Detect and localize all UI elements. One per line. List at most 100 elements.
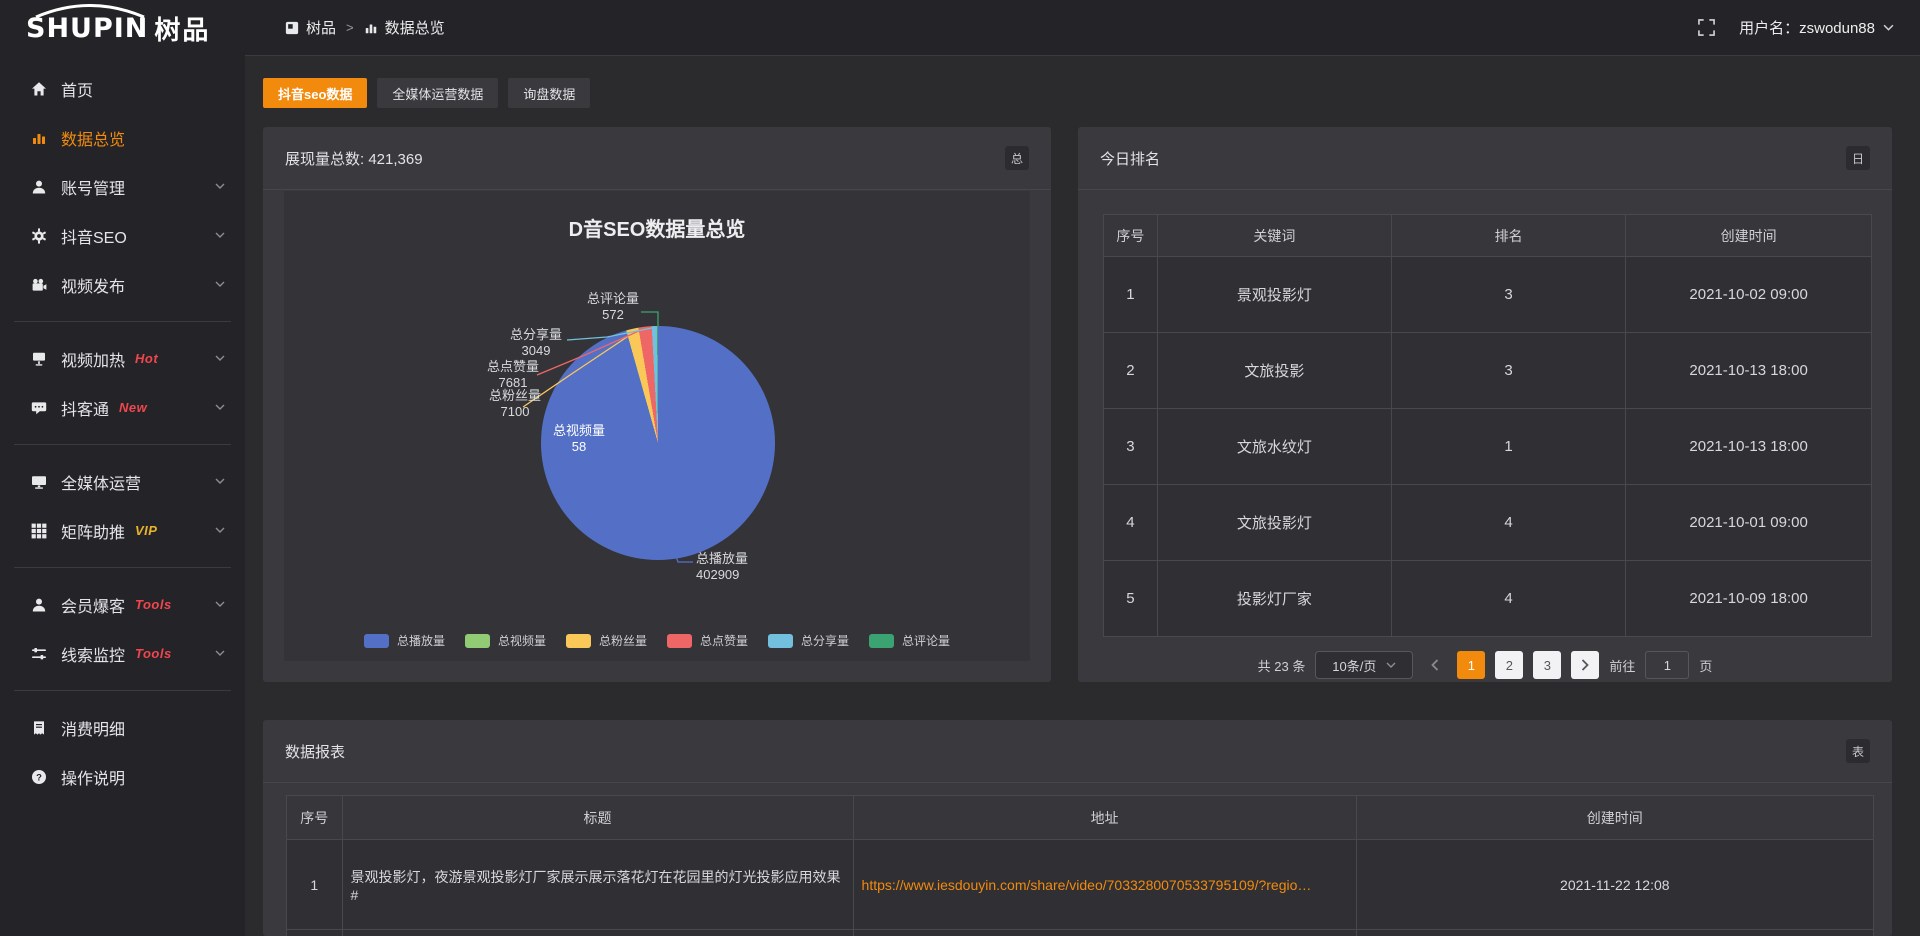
- logo-text-cn: 树品: [154, 10, 210, 47]
- topbar: 树品 > 数据总览 用户名：zswodun88: [245, 0, 1920, 56]
- chevron-down-icon: [1386, 662, 1396, 669]
- pie-label-videos: 总视频量 58: [546, 423, 612, 455]
- goto-label: 前往: [1609, 656, 1635, 675]
- next-page-icon[interactable]: [1571, 651, 1599, 679]
- total-view-button[interactable]: 总: [1005, 146, 1029, 170]
- fullscreen-icon[interactable]: [1698, 19, 1715, 36]
- sidebar-item-matrix-boost[interactable]: 矩阵助推 VIP: [0, 506, 245, 555]
- legend-item-comments[interactable]: 总评论量: [869, 632, 950, 649]
- chevron-down-icon: [215, 601, 225, 608]
- home-icon: [30, 80, 48, 98]
- panel-header: 数据报表 表: [263, 720, 1892, 783]
- chevron-down-icon: [215, 404, 225, 411]
- sidebar-item-douyin-seo[interactable]: 抖音SEO: [0, 211, 245, 260]
- prev-page-icon[interactable]: [1423, 651, 1447, 679]
- table-row: 4 文旅投影灯 4 2021-10-01 09:00: [1104, 485, 1872, 561]
- legend-item-videos[interactable]: 总视频量: [465, 632, 546, 649]
- page-button-2[interactable]: 2: [1495, 651, 1523, 679]
- legend-swatch: [869, 634, 894, 648]
- sidebar-item-home[interactable]: 首页: [0, 64, 245, 113]
- topbar-right: 用户名：zswodun88: [1698, 17, 1894, 38]
- legend-item-likes[interactable]: 总点赞量: [667, 632, 748, 649]
- sidebar-item-member-burst[interactable]: 会员爆客 Tools: [0, 580, 245, 629]
- tab-inquiry-data[interactable]: 询盘数据: [508, 78, 590, 108]
- new-badge: New: [119, 400, 147, 415]
- tools-badge: Tools: [135, 646, 172, 661]
- legend-item-shares[interactable]: 总分享量: [768, 632, 849, 649]
- user-menu[interactable]: 用户名：zswodun88: [1739, 17, 1894, 38]
- screen-icon: [30, 350, 48, 368]
- chevron-down-icon: [215, 281, 225, 288]
- sidebar-item-help[interactable]: ? 操作说明: [0, 752, 245, 801]
- page-button-1[interactable]: 1: [1457, 651, 1485, 679]
- table-row: 1 景观投影灯，夜游景观投影灯厂家展示展示落花灯在花园里的灯光投影应用效果 # …: [287, 840, 1874, 930]
- chevron-down-icon: [215, 650, 225, 657]
- chevron-down-icon: [215, 355, 225, 362]
- expense-icon: [30, 719, 48, 737]
- ranking-table: 序号 关键词 排名 创建时间 1 景观投影灯 3 2021-10-02 09:0…: [1103, 214, 1872, 637]
- table-row: 5 投影灯厂家 4 2021-10-09 18:00: [1104, 561, 1872, 637]
- sliders-icon: [30, 645, 48, 663]
- report-table: 序号 标题 地址 创建时间 1 景观投影灯，夜游景观投影灯厂家展示展示落花灯在花…: [286, 795, 1874, 936]
- sidebar-menu: 首页 数据总览 账号管理 抖音SEO 视频发布: [0, 56, 245, 801]
- seo-overview-panel: 展现量总数: 421,369 总 D音SEO数据量总览 总评论量 572 总分享…: [263, 127, 1051, 682]
- chevron-down-icon: [215, 183, 225, 190]
- pie-label-fans: 总粉丝量 7100: [484, 388, 546, 420]
- pie-label-comments: 总评论量 572: [580, 291, 646, 323]
- table-row: 1 景观投影灯 3 2021-10-02 09:00: [1104, 257, 1872, 333]
- breadcrumb-item-current[interactable]: 数据总览: [364, 17, 445, 38]
- pie-label-likes: 总点赞量 7681: [482, 359, 544, 391]
- sidebar-item-video-publish[interactable]: 视频发布: [0, 260, 245, 309]
- tools-badge: Tools: [135, 597, 172, 612]
- chart-title: D音SEO数据量总览: [284, 213, 1030, 242]
- table-row: 3 文旅水纹灯 1 2021-10-13 18:00: [1104, 409, 1872, 485]
- table-header-row: 序号 关键词 排名 创建时间: [1104, 215, 1872, 257]
- tab-douyin-seo-data[interactable]: 抖音seo数据: [263, 78, 367, 108]
- gear-icon: [30, 227, 48, 245]
- help-icon: ?: [30, 768, 48, 786]
- daily-view-button[interactable]: 日: [1846, 146, 1870, 170]
- app-icon: [285, 21, 299, 35]
- panel-header: 展现量总数: 421,369 总: [263, 127, 1051, 190]
- goto-page-input[interactable]: [1645, 651, 1689, 679]
- sidebar-item-data-overview[interactable]: 数据总览: [0, 113, 245, 162]
- sidebar-item-all-media[interactable]: 全媒体运营: [0, 457, 245, 506]
- logo-arc: [30, 4, 150, 18]
- page-button-3[interactable]: 3: [1533, 651, 1561, 679]
- sidebar-item-douketong[interactable]: 抖客通 New: [0, 383, 245, 432]
- bar-chart-icon: [30, 129, 48, 147]
- tab-all-media-data[interactable]: 全媒体运营数据: [377, 78, 498, 108]
- table-row: [287, 930, 1874, 936]
- legend-swatch: [364, 634, 389, 648]
- sidebar: SHUPIN 树品 首页 数据总览 账号管理 抖音SEO: [0, 0, 245, 936]
- panel-title: 今日排名: [1100, 148, 1160, 169]
- sidebar-item-expense-detail[interactable]: 消费明细: [0, 703, 245, 752]
- legend-swatch: [465, 634, 490, 648]
- table-header-row: 序号 标题 地址 创建时间: [287, 796, 1874, 840]
- report-panel: 数据报表 表 序号 标题 地址 创建时间 1 景观投影灯，夜游景观投影灯厂家展示…: [263, 720, 1892, 936]
- page-size-select[interactable]: 10条/页: [1315, 651, 1413, 679]
- goto-unit-label: 页: [1699, 656, 1712, 675]
- chat-icon: [30, 399, 48, 417]
- menu-divider: [14, 444, 231, 445]
- panel-title: 展现量总数: 421,369: [285, 148, 423, 169]
- sidebar-item-account[interactable]: 账号管理: [0, 162, 245, 211]
- table-view-button[interactable]: 表: [1846, 739, 1870, 763]
- breadcrumb-item-root[interactable]: 树品: [285, 17, 336, 38]
- legend-item-fans[interactable]: 总粉丝量: [566, 632, 647, 649]
- user-icon: [30, 178, 48, 196]
- username-label: 用户名：zswodun88: [1739, 17, 1875, 38]
- svg-text:?: ?: [36, 772, 42, 783]
- sidebar-item-lead-monitor[interactable]: 线索监控 Tools: [0, 629, 245, 678]
- sidebar-item-video-heat[interactable]: 视频加热 Hot: [0, 334, 245, 383]
- legend-item-plays[interactable]: 总播放量: [364, 632, 445, 649]
- video-link[interactable]: https://www.iesdouyin.com/share/video/70…: [862, 877, 1312, 893]
- legend-swatch: [667, 634, 692, 648]
- panel-header: 今日排名 日: [1078, 127, 1892, 190]
- data-tabs: 抖音seo数据 全媒体运营数据 询盘数据: [263, 78, 590, 108]
- ranking-panel: 今日排名 日 序号 关键词 排名 创建时间 1 景观投影灯 3 2021-10-…: [1078, 127, 1892, 682]
- pie-label-shares: 总分享量 3049: [506, 327, 566, 359]
- vip-badge: VIP: [135, 523, 157, 538]
- app-logo[interactable]: SHUPIN 树品: [0, 0, 245, 56]
- table-row: 2 文旅投影 3 2021-10-13 18:00: [1104, 333, 1872, 409]
